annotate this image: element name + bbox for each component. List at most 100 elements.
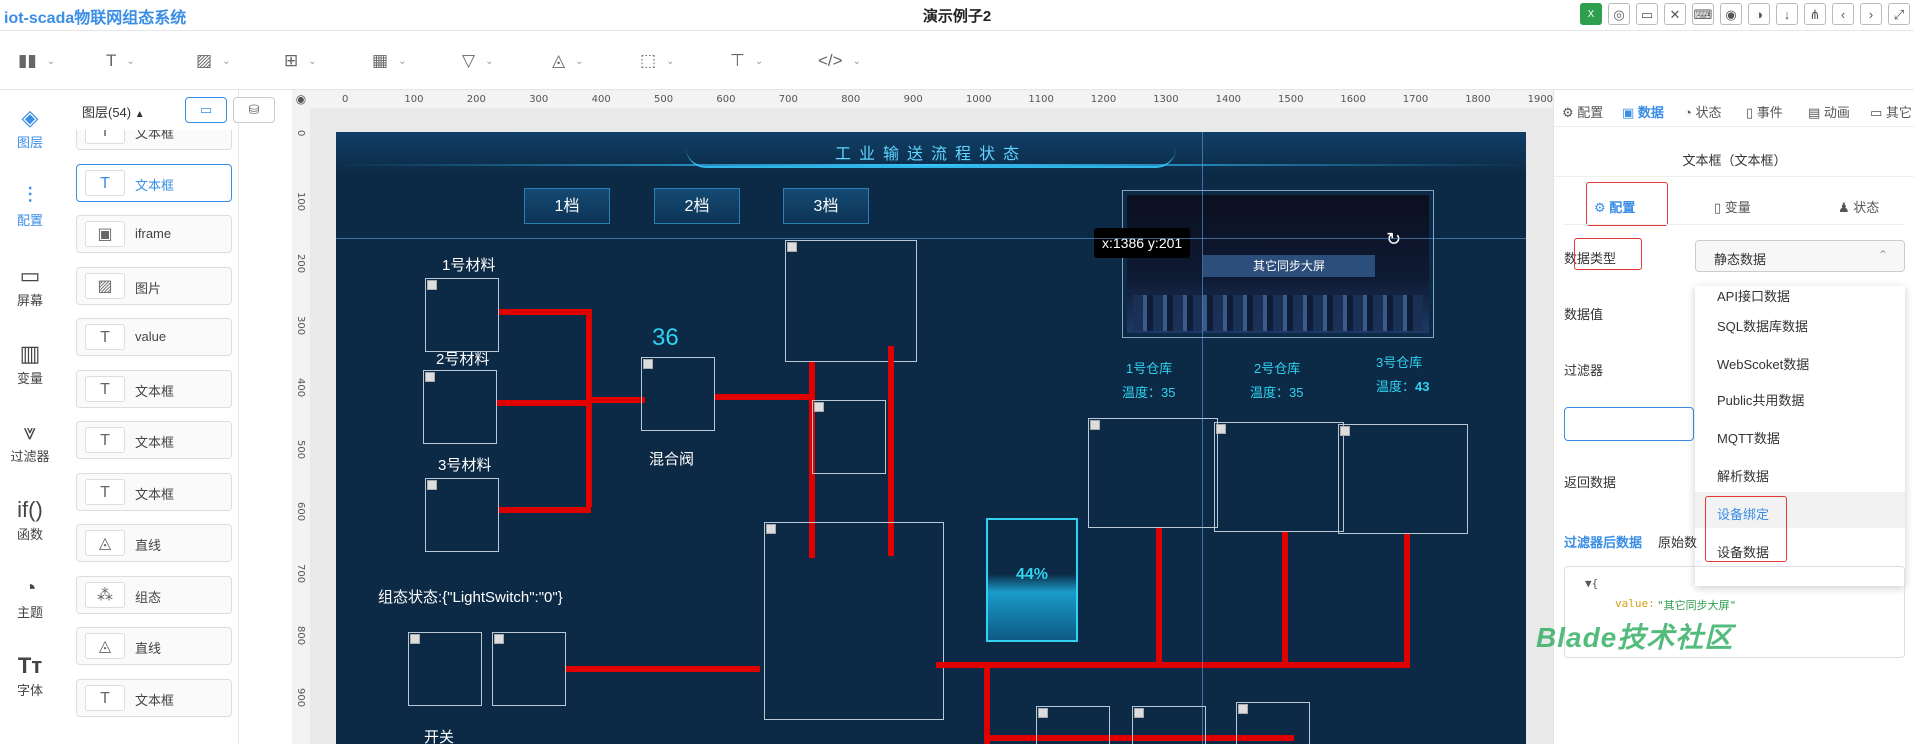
pump-image-4[interactable] bbox=[1236, 702, 1310, 744]
option-sql[interactable]: SQL数据库数据 bbox=[1717, 316, 1808, 335]
ruler-tick-label: 700 bbox=[295, 564, 306, 584]
shape-tool[interactable]: ◬ ⌄ bbox=[552, 51, 583, 71]
delete-icon[interactable]: ✕ bbox=[1664, 3, 1686, 25]
material-1-image[interactable] bbox=[425, 278, 499, 352]
text-tool[interactable]: T ⌄ bbox=[106, 51, 135, 71]
fullscreen-icon[interactable]: ⤢ bbox=[1888, 3, 1910, 25]
eye-icon[interactable]: ◑ bbox=[1748, 3, 1770, 25]
layer-item[interactable]: Tvalue bbox=[76, 318, 232, 356]
ruler-tick-label: 800 bbox=[841, 94, 861, 105]
option-mqtt[interactable]: MQTT数据 bbox=[1717, 428, 1780, 447]
subtab-variable[interactable]: ▯ 变量 bbox=[1714, 197, 1751, 216]
component-tool[interactable]: ⊞ ⌄ bbox=[284, 51, 317, 71]
forward-icon[interactable]: › bbox=[1860, 3, 1882, 25]
layer-item[interactable]: T 文本框 bbox=[76, 472, 232, 511]
pump-image[interactable] bbox=[812, 400, 886, 474]
tab-filtered-data[interactable]: 过滤器后数据 bbox=[1564, 532, 1642, 551]
layers-header: 图层(54) ▲ ▭ ⛁ bbox=[60, 90, 275, 130]
nav-font[interactable]: Tт 字体 bbox=[0, 652, 60, 699]
tab-event[interactable]: ▯ 事件 bbox=[1746, 102, 1783, 121]
layer-view-button[interactable]: ▭ bbox=[185, 97, 227, 123]
nav-filter[interactable]: ⩔ 过滤器 bbox=[0, 418, 60, 465]
pump-image-3[interactable] bbox=[1132, 706, 1206, 744]
image-tool[interactable]: ▨ ⌄ bbox=[196, 51, 230, 71]
refresh-icon[interactable]: ↻ bbox=[1386, 229, 1401, 250]
nav-screen[interactable]: ▭ 屏幕 bbox=[0, 262, 60, 309]
camera-icon[interactable]: ◉ bbox=[1720, 3, 1742, 25]
animation-icon: ▤ bbox=[1808, 105, 1821, 120]
material-2-image[interactable] bbox=[423, 370, 497, 444]
nav-config[interactable]: ⫶ 配置 bbox=[0, 182, 60, 229]
gear-3-button[interactable]: 3档 bbox=[783, 188, 869, 224]
material-3-image[interactable] bbox=[425, 478, 499, 552]
layer-label: 图片 bbox=[135, 280, 162, 296]
table-tool[interactable]: ▦ ⌄ bbox=[372, 51, 406, 71]
warehouse-1-image[interactable] bbox=[1088, 418, 1218, 528]
ruler-tick-label: 100 bbox=[295, 192, 306, 212]
layer-item[interactable]: T 文本框 bbox=[76, 421, 232, 459]
iframe-selection[interactable]: 其它同步大屏 ↻ bbox=[1122, 190, 1434, 338]
layer-item[interactable]: ⁂ 组态 bbox=[76, 575, 232, 614]
switch-image-2[interactable] bbox=[492, 632, 566, 706]
layer-item[interactable]: T 文本框 bbox=[76, 369, 232, 408]
layer-item[interactable]: T 文本框 bbox=[76, 678, 232, 717]
gear-2-button[interactable]: 2档 bbox=[654, 188, 740, 224]
back-icon[interactable]: ‹ bbox=[1832, 3, 1854, 25]
top-bar: iot-scada物联网组态系统 演示例子2 X ◎ ▭ ✕ ⌨ ◉ ◑ ↓ ⋔… bbox=[0, 0, 1914, 31]
excel-icon[interactable]: X bbox=[1580, 3, 1602, 25]
palette-icon[interactable]: ◎ bbox=[1608, 3, 1630, 25]
nav-variable[interactable]: ▥ 变量 bbox=[0, 340, 60, 387]
option-parse[interactable]: 解析数据 bbox=[1717, 466, 1769, 485]
format-tool[interactable]: ⊤ ⌄ bbox=[730, 51, 763, 71]
collapse-icon[interactable]: ▼{ bbox=[1585, 577, 1598, 590]
nav-layer[interactable]: ◈ 图层 bbox=[0, 104, 60, 151]
layer-item[interactable]: ▨ 图片 bbox=[76, 266, 232, 305]
option-websocket[interactable]: WebScoket数据 bbox=[1717, 354, 1809, 373]
ruler-tick-label: 1700 bbox=[1402, 94, 1429, 105]
subtab-state[interactable]: ♟ 状态 bbox=[1838, 197, 1879, 216]
gear-1-button[interactable]: 1档 bbox=[524, 188, 610, 224]
tank-image[interactable] bbox=[785, 240, 917, 362]
code-tool[interactable]: </> ⌄ bbox=[818, 51, 861, 71]
layer-data-button[interactable]: ⛁ bbox=[233, 97, 275, 123]
reactor-image[interactable] bbox=[764, 522, 944, 720]
chart-tool[interactable]: ▮▮ ⌄ bbox=[18, 51, 55, 71]
json-key: value: bbox=[1615, 597, 1655, 610]
tab-config[interactable]: ⚙ 配置 bbox=[1562, 102, 1603, 121]
layer-type-icon: ▣ bbox=[85, 221, 125, 247]
option-public[interactable]: Public共用数据 bbox=[1717, 390, 1804, 409]
option-api[interactable]: API接口数据 bbox=[1717, 286, 1790, 305]
share-icon[interactable]: ⋔ bbox=[1804, 3, 1826, 25]
select-tool[interactable]: ⬚ ⌄ bbox=[640, 51, 674, 71]
tab-raw-data[interactable]: 原始数 bbox=[1658, 532, 1697, 551]
format-brush-icon: ⊤ bbox=[730, 51, 745, 70]
warehouse-2-image[interactable] bbox=[1214, 422, 1344, 532]
tab-animation[interactable]: ▤ 动画 bbox=[1808, 102, 1850, 121]
layer-item[interactable]: ◬ 直线 bbox=[76, 627, 232, 665]
layer-item[interactable]: T 文本框 bbox=[76, 163, 232, 202]
nav-theme[interactable]: ◔ 主题 bbox=[0, 574, 60, 621]
highlight-frame bbox=[1705, 496, 1787, 562]
save-icon[interactable]: ▭ bbox=[1636, 3, 1658, 25]
ruler-tick-label: 1200 bbox=[1090, 94, 1117, 105]
tab-data[interactable]: ▣ 数据 bbox=[1622, 102, 1664, 121]
filter-input[interactable] bbox=[1564, 407, 1694, 441]
scada-canvas[interactable]: 工业输送流程状态 1档 2档 3档 1号材料 2号材料 3号材料 36 混合阀 … bbox=[336, 132, 1526, 744]
switch-image-1[interactable] bbox=[408, 632, 482, 706]
download-icon[interactable]: ↓ bbox=[1776, 3, 1798, 25]
mixing-valve-image[interactable] bbox=[641, 357, 715, 431]
layer-type-icon: T bbox=[85, 130, 125, 144]
layer-item[interactable]: T 文本框 bbox=[76, 130, 232, 150]
pump-image-2[interactable] bbox=[1036, 706, 1110, 744]
data-type-select[interactable]: 静态数据 ⌃ bbox=[1695, 240, 1905, 272]
vector-tool[interactable]: ▽ ⌄ bbox=[462, 51, 493, 71]
ruler-eye-toggle[interactable]: ◉ bbox=[292, 90, 311, 109]
tab-state[interactable]: ◔ 状态 bbox=[1684, 102, 1722, 121]
keyboard-icon[interactable]: ⌨ bbox=[1692, 3, 1714, 25]
warehouse-3-image[interactable] bbox=[1338, 424, 1468, 534]
layer-item[interactable]: ▣ iframe bbox=[76, 215, 232, 253]
tab-other[interactable]: ▭ 其它 bbox=[1870, 102, 1912, 121]
nav-function[interactable]: if() 函数 bbox=[0, 496, 60, 543]
layers-title[interactable]: 图层(54) ▲ bbox=[82, 102, 145, 121]
layer-item[interactable]: ◬ 直线 bbox=[76, 524, 232, 562]
